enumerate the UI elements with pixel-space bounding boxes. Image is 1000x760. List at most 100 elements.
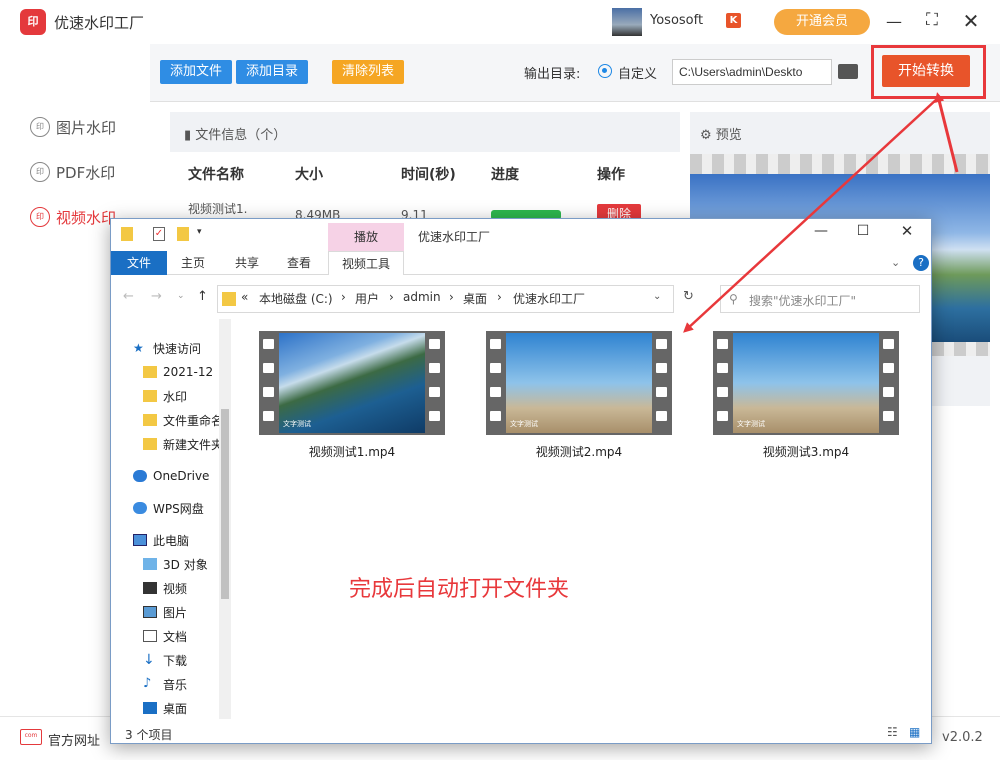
breadcrumb-users[interactable]: 用户: [355, 290, 379, 307]
add-directory-button[interactable]: 添加目录: [236, 60, 308, 84]
folder-icon: [143, 390, 157, 402]
nav-label: 此电脑: [153, 533, 190, 548]
folder-icon: [143, 438, 157, 450]
tab-video-tools[interactable]: 视频工具: [328, 251, 404, 275]
breadcrumb-current[interactable]: 优速水印工厂: [513, 290, 585, 307]
back-icon[interactable]: ←: [123, 289, 134, 304]
nav-onedrive[interactable]: OneDrive: [133, 465, 209, 487]
up-icon[interactable]: ↑: [197, 289, 208, 304]
thumbnail-image: [733, 333, 879, 433]
properties-icon[interactable]: ✓: [153, 227, 165, 241]
website-link[interactable]: 官方网址: [48, 730, 100, 749]
vip-button[interactable]: 开通会员: [774, 9, 870, 35]
status-bar-count: 3 个项目: [125, 728, 173, 742]
username[interactable]: Yososoft: [650, 13, 703, 28]
film-strip: [879, 331, 899, 435]
version-label: v2.0.2: [942, 730, 983, 745]
add-file-button[interactable]: 添加文件: [160, 60, 232, 84]
quick-access-toolbar: ✓ ▾: [111, 219, 931, 251]
preview-title-text: 预览: [715, 128, 742, 143]
nav-downloads[interactable]: ↓ 下载: [143, 649, 187, 671]
nav-item-label: PDF水印: [56, 163, 116, 182]
history-dropdown-icon[interactable]: ⌄: [177, 291, 185, 301]
dropdown-icon[interactable]: ▾: [197, 227, 202, 237]
ribbon-expand-icon[interactable]: ⌄: [891, 256, 900, 269]
breadcrumb-c-drive[interactable]: 本地磁盘 (C:): [259, 290, 333, 307]
film-hole: [656, 411, 667, 421]
video-thumbnail[interactable]: 文字测试: [259, 331, 445, 435]
tab-share[interactable]: 共享: [225, 251, 269, 275]
nav-music[interactable]: ♪ 音乐: [143, 673, 187, 695]
maximize-button[interactable]: ⛶: [922, 10, 942, 30]
film-hole: [429, 363, 440, 373]
breadcrumb-admin[interactable]: admin: [403, 290, 441, 304]
film-hole: [717, 363, 728, 373]
nav-item-pdf-watermark[interactable]: 印 PDF水印: [30, 157, 150, 187]
nav-pictures[interactable]: 图片: [143, 601, 187, 623]
explorer-window: ✓ ▾ 播放 优速水印工厂 — ☐ ✕ 文件 主页 共享 查看 视频工具 ⌄ ?…: [110, 218, 932, 744]
nav-folder-new[interactable]: 新建文件夹: [143, 433, 219, 455]
tab-file[interactable]: 文件: [111, 251, 167, 275]
explorer-title: 优速水印工厂: [418, 230, 491, 244]
breadcrumb-separator: ›: [389, 290, 394, 304]
play-context-tab[interactable]: 播放: [328, 223, 404, 251]
explorer-close-button[interactable]: ✕: [897, 222, 917, 242]
large-icons-view-icon[interactable]: ▦: [909, 725, 920, 739]
file-info-title: ▮ 文件信息（个）: [184, 128, 287, 143]
refresh-icon[interactable]: ↻: [683, 289, 694, 304]
nav-documents[interactable]: 文档: [143, 625, 187, 647]
custom-radio-label[interactable]: 自定义: [618, 63, 657, 82]
avatar[interactable]: [612, 8, 642, 36]
nav-wps[interactable]: WPS网盘: [133, 497, 204, 519]
film-hole: [263, 339, 274, 349]
nav-item-image-watermark[interactable]: 印 图片水印: [30, 112, 150, 142]
nav-label: 快速访问: [153, 341, 202, 356]
film-hole: [263, 411, 274, 421]
file-name[interactable]: 视频测试1.mp4: [259, 443, 445, 460]
close-button[interactable]: ✕: [960, 9, 982, 33]
column-header-size: 大小: [295, 167, 323, 183]
clear-list-button[interactable]: 清除列表: [332, 60, 404, 84]
explorer-maximize-button[interactable]: ☐: [853, 223, 873, 243]
help-icon[interactable]: ?: [913, 255, 929, 271]
breadcrumb-desktop[interactable]: 桌面: [463, 290, 487, 307]
film-strip: [652, 331, 672, 435]
film-strip: [425, 331, 445, 435]
watermark-icon: 印: [30, 207, 50, 227]
nav-quick-access[interactable]: ★ 快速访问: [133, 337, 201, 359]
address-dropdown-icon[interactable]: ⌄: [653, 291, 661, 302]
nav-folder-2021-12[interactable]: 2021-12: [143, 361, 213, 383]
new-folder-icon[interactable]: [177, 227, 189, 241]
details-view-icon[interactable]: ☷: [887, 725, 898, 739]
explorer-minimize-button[interactable]: —: [811, 223, 831, 243]
search-box[interactable]: ⚲ 搜索"优速水印工厂": [720, 285, 920, 313]
film-strip: [259, 331, 279, 435]
folder-icon[interactable]: [838, 64, 858, 79]
cloud-icon: [133, 470, 147, 482]
tab-view[interactable]: 查看: [277, 251, 321, 275]
nav-desktop[interactable]: 桌面: [143, 697, 187, 719]
pc-icon: [133, 534, 147, 546]
forward-icon[interactable]: →: [151, 289, 162, 304]
file-name[interactable]: 视频测试2.mp4: [486, 443, 672, 460]
tab-home[interactable]: 主页: [171, 251, 215, 275]
custom-radio[interactable]: [598, 64, 612, 78]
nav-this-pc[interactable]: 此电脑: [133, 529, 189, 551]
column-header-name: 文件名称: [188, 167, 244, 183]
nav-folder-watermark[interactable]: 水印: [143, 385, 187, 407]
video-thumbnail[interactable]: 文字测试: [486, 331, 672, 435]
output-path-input[interactable]: [672, 59, 832, 85]
nav-folder-rename[interactable]: 文件重命名: [143, 409, 219, 431]
nav-label: WPS网盘: [153, 501, 204, 516]
nav-3d-objects[interactable]: 3D 对象: [143, 553, 208, 575]
cube-icon: [143, 558, 157, 570]
file-name[interactable]: 视频测试3.mp4: [713, 443, 899, 460]
minimize-button[interactable]: —: [884, 12, 904, 32]
column-header-time: 时间(秒): [401, 167, 456, 183]
folder-icon: [143, 414, 157, 426]
nav-videos[interactable]: 视频: [143, 577, 187, 599]
nav-scrollbar-thumb[interactable]: [221, 409, 229, 599]
watermark-icon: 印: [30, 117, 50, 137]
nav-label: 新建文件夹: [163, 437, 219, 452]
video-thumbnail[interactable]: 文字测试: [713, 331, 899, 435]
